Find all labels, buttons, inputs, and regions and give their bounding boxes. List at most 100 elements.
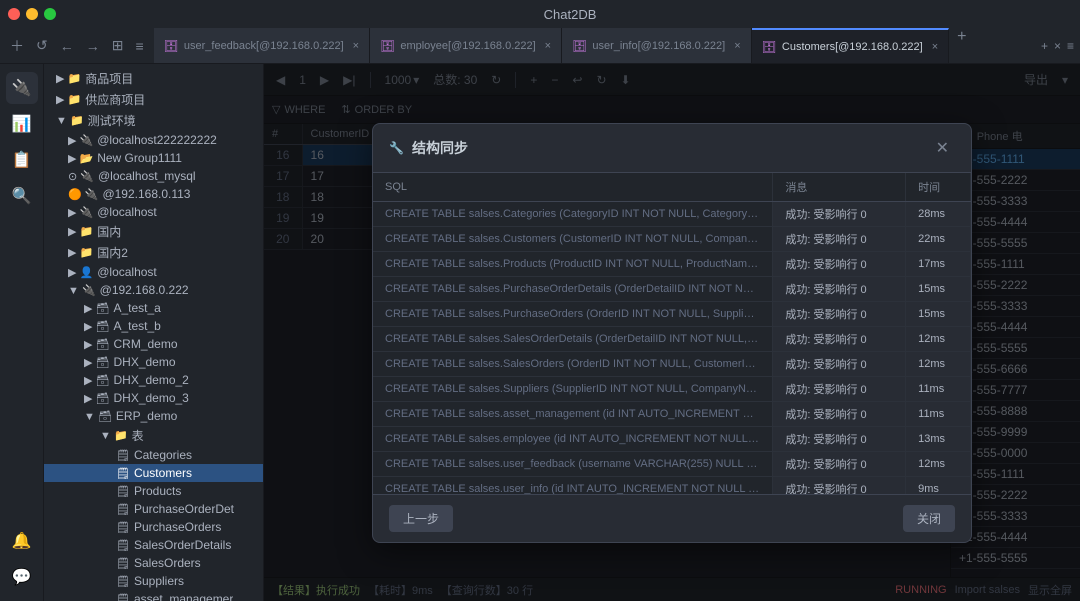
tree-item-tables[interactable]: ▼ 📁 表 <box>44 425 263 446</box>
tab-close-icon[interactable]: × <box>734 40 740 52</box>
table-icon: 🗒 <box>116 449 130 462</box>
table-icon: 🗒 <box>116 503 130 516</box>
tree-item-localhost222[interactable]: ▶ 🔌 @localhost222222222 <box>44 131 263 149</box>
forward-icon[interactable]: → <box>82 36 104 56</box>
cell-msg: 成功: 受影响行 0 <box>773 226 906 251</box>
cell-time: 11ms <box>906 376 971 401</box>
tree-item-dhx2[interactable]: ▶ 🗃 DHX_demo_2 <box>44 371 263 389</box>
tab-close-icon[interactable]: × <box>545 40 551 52</box>
tree-item-test-env[interactable]: ▼ 📁 测试环境 <box>44 110 263 131</box>
table-icon: 🗄 <box>164 39 179 53</box>
tree-item-localhost-mysql[interactable]: ⊙ 🔌 @localhost_mysql <box>44 167 263 185</box>
search-sidebar-icon[interactable]: 🔍 <box>6 180 38 212</box>
add-tab-button[interactable]: + <box>949 28 974 64</box>
menu-icon[interactable]: ≡ <box>131 36 147 56</box>
cell-time: 15ms <box>906 301 971 326</box>
sync-table-row: CREATE TABLE salses.user_feedback (usern… <box>373 451 971 476</box>
tab-close-icon[interactable]: × <box>353 40 359 52</box>
tree-item-domestic2[interactable]: ▶ 📁 国内2 <box>44 242 263 263</box>
tree-item-localhost[interactable]: ▶ 🔌 @localhost <box>44 203 263 221</box>
cell-msg: 成功: 受影响行 0 <box>773 326 906 351</box>
bell-icon[interactable]: 🔔 <box>6 525 38 557</box>
table-icon: 🗒 <box>116 575 130 588</box>
msg-col-header: 消息 <box>773 173 906 202</box>
tree-item-categories[interactable]: 🗒 Categories <box>44 446 263 464</box>
cell-msg: 成功: 受影响行 0 <box>773 351 906 376</box>
structure-sync-modal: 🔧 结构同步 ✕ SQL 消息 时间 <box>372 123 972 543</box>
tree-item-sales-order-details[interactable]: 🗒 SalesOrderDetails <box>44 536 263 554</box>
tree-item-localhost2[interactable]: ▶ 👤 @localhost <box>44 263 263 281</box>
content-area: ◀ 1 ▶ ▶| 1000 ▾ 总数: 30 ↻ + − ↩ ↻ ⬇ 导出 ▾ … <box>264 64 1080 601</box>
sync-table-row: CREATE TABLE salses.PurchaseOrderDetails… <box>373 276 971 301</box>
folder-icon: ▶ 📁 <box>68 246 93 259</box>
chart-icon[interactable]: 📊 <box>6 108 38 140</box>
tree-item-new-group[interactable]: ▶ 📂 New Group1111 <box>44 149 263 167</box>
schema-icon: ▶ 🗃 <box>84 356 109 369</box>
cell-msg: 成功: 受影响行 0 <box>773 451 906 476</box>
grid-icon[interactable]: ⊞ <box>108 35 128 56</box>
cell-time: 11ms <box>906 401 971 426</box>
cell-time: 15ms <box>906 276 971 301</box>
maximize-button[interactable] <box>44 8 56 20</box>
minimize-button[interactable] <box>26 8 38 20</box>
tab-employee[interactable]: 🗄 employee[@192.168.0.222] × <box>370 28 562 64</box>
tree-item-atest-a[interactable]: ▶ 🗃 A_test_a <box>44 299 263 317</box>
tree-item-crm[interactable]: ▶ 🗃 CRM_demo <box>44 335 263 353</box>
refresh-icon[interactable]: ↺ <box>32 35 52 56</box>
tree-item-192-0-222[interactable]: ▼ 🔌 @192.168.0.222 <box>44 281 263 299</box>
cell-time: 9ms <box>906 476 971 494</box>
cell-sql: CREATE TABLE salses.Suppliers (SupplierI… <box>373 376 773 401</box>
schema-open-icon: ▼ 🗃 <box>84 410 112 423</box>
schema-icon: ▶ 🗃 <box>84 374 109 387</box>
tree-item-asset[interactable]: 🗒 asset_managemer <box>44 590 263 601</box>
chat-icon[interactable]: 💬 <box>6 561 38 593</box>
close-modal-button[interactable]: 关闭 <box>903 505 955 532</box>
cell-sql: CREATE TABLE salses.SalesOrders (OrderID… <box>373 351 773 376</box>
clipboard-icon[interactable]: 📋 <box>6 144 38 176</box>
tree-item-products-table[interactable]: 🗒 Products <box>44 482 263 500</box>
modal-overlay: 🔧 结构同步 ✕ SQL 消息 时间 <box>264 64 1080 601</box>
folder-open-icon: ▼ 📁 <box>56 114 84 127</box>
db-open-icon: ▼ 🔌 <box>68 284 96 297</box>
back-icon[interactable]: ← <box>56 36 78 56</box>
tree-item-192-0-113[interactable]: 🟠 🔌 @192.168.0.113 <box>44 185 263 203</box>
tree-item-dhx3[interactable]: ▶ 🗃 DHX_demo_3 <box>44 389 263 407</box>
cell-time: 12ms <box>906 326 971 351</box>
tab-user-feedback[interactable]: 🗄 user_feedback[@192.168.0.222] × <box>154 28 370 64</box>
sql-col-header: SQL <box>373 173 773 202</box>
new-connection-icon[interactable]: ＋ <box>6 34 28 58</box>
tab-customers[interactable]: 🗄 Customers[@192.168.0.222] × <box>752 28 949 64</box>
prev-step-button[interactable]: 上一步 <box>389 505 453 532</box>
table-icon: 🗒 <box>116 539 130 552</box>
cell-msg: 成功: 受影响行 0 <box>773 276 906 301</box>
time-col-header: 时间 <box>906 173 971 202</box>
modal-footer: 上一步 关闭 <box>373 494 971 542</box>
cell-sql: CREATE TABLE salses.Products (ProductID … <box>373 251 773 276</box>
close-button[interactable] <box>8 8 20 20</box>
new-tab-icon[interactable]: + <box>1041 39 1048 53</box>
cell-sql: CREATE TABLE salses.Categories (Category… <box>373 201 773 226</box>
close-panel-icon[interactable]: × <box>1054 39 1061 53</box>
tree-item-erp[interactable]: ▼ 🗃 ERP_demo <box>44 407 263 425</box>
tree-item-suppliers-table[interactable]: 🗒 Suppliers <box>44 572 263 590</box>
tree-item-customers[interactable]: 🗒 Customers <box>44 464 263 482</box>
tree-item-sales-orders[interactable]: 🗒 SalesOrders <box>44 554 263 572</box>
tree-item-domestic[interactable]: ▶ 📁 国内 <box>44 221 263 242</box>
file-tree: ▶ 📁 商品项目 ▶ 📁 供应商项目 ▼ 📁 测试环境 ▶ 🔌 @localho… <box>44 64 264 601</box>
modal-close-button[interactable]: ✕ <box>930 136 955 160</box>
tree-item-purchase-detail[interactable]: 🗒 PurchaseOrderDet <box>44 500 263 518</box>
tree-item-suppliers[interactable]: ▶ 📁 供应商项目 <box>44 89 263 110</box>
tree-item-atest-b[interactable]: ▶ 🗃 A_test_b <box>44 317 263 335</box>
database-icon[interactable]: 🔌 <box>6 72 38 104</box>
main-layout: 🔌 📊 📋 🔍 🔔 💬 ▶ 📁 商品项目 ▶ 📁 供应商项目 ▼ 📁 测试环境 … <box>0 64 1080 601</box>
cell-sql: CREATE TABLE salses.PurchaseOrders (Orde… <box>373 301 773 326</box>
cell-time: 28ms <box>906 201 971 226</box>
tree-item-products[interactable]: ▶ 📁 商品项目 <box>44 68 263 89</box>
panel-menu-icon[interactable]: ≡ <box>1067 39 1074 53</box>
tabbar-right-actions: + × ≡ <box>1035 39 1080 53</box>
tree-item-dhx[interactable]: ▶ 🗃 DHX_demo <box>44 353 263 371</box>
sync-table-row: CREATE TABLE salses.employee (id INT AUT… <box>373 426 971 451</box>
tree-item-purchase-orders[interactable]: 🗒 PurchaseOrders <box>44 518 263 536</box>
tab-close-icon[interactable]: × <box>932 41 938 53</box>
tab-user-info[interactable]: 🗄 user_info[@192.168.0.222] × <box>562 28 752 64</box>
